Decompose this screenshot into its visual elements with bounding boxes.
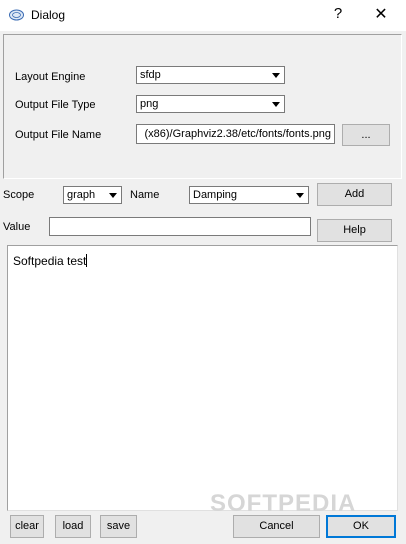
window-title: Dialog (31, 8, 66, 22)
output-file-name-label: Output File Name (15, 129, 102, 141)
ok-button[interactable]: OK (326, 515, 396, 538)
output-file-type-value: png (140, 98, 159, 110)
save-button[interactable]: save (100, 515, 137, 538)
output-file-name-value: (x86)/Graphviz2.38/etc/fonts/fonts.png (144, 128, 332, 140)
chevron-down-icon (270, 69, 282, 81)
title-bar: Dialog ? ✕ (0, 0, 406, 31)
text-caret (86, 254, 88, 267)
layout-engine-select[interactable]: sfdp (136, 66, 285, 84)
attribute-name-value: Damping (193, 189, 238, 201)
browse-button[interactable]: ... (342, 124, 390, 146)
output-file-type-select[interactable]: png (136, 95, 285, 113)
add-button[interactable]: Add (317, 183, 392, 206)
dialog-body: Layout Engine sfdp Output File Type png … (0, 31, 406, 544)
chevron-down-icon (294, 189, 306, 201)
output-file-name-input[interactable]: (x86)/Graphviz2.38/etc/fonts/fonts.png (136, 124, 335, 144)
chevron-down-icon (107, 189, 119, 201)
attribute-value-input[interactable] (49, 217, 311, 236)
name-label: Name (130, 189, 160, 201)
help-button[interactable]: Help (317, 219, 392, 242)
attribute-name-select[interactable]: Damping (189, 186, 309, 204)
scope-select[interactable]: graph (63, 186, 122, 204)
load-button[interactable]: load (55, 515, 91, 538)
chevron-down-icon (270, 98, 282, 110)
close-window-button[interactable]: ✕ (372, 4, 390, 24)
softpedia-watermark: SOFTPEDIA (210, 490, 357, 517)
layout-engine-label: Layout Engine (15, 71, 86, 83)
editor-content: Softpedia test (13, 254, 88, 268)
scope-label: Scope (3, 189, 35, 201)
output-file-type-label: Output File Type (15, 99, 96, 111)
context-help-button[interactable]: ? (331, 5, 345, 22)
scope-value: graph (67, 189, 96, 201)
graph-text-editor[interactable]: Softpedia test (7, 245, 398, 511)
graphviz-app-icon (9, 9, 24, 21)
layout-engine-value: sfdp (140, 69, 161, 81)
cancel-button[interactable]: Cancel (233, 515, 320, 538)
clear-button[interactable]: clear (10, 515, 44, 538)
value-label: Value (3, 221, 31, 233)
